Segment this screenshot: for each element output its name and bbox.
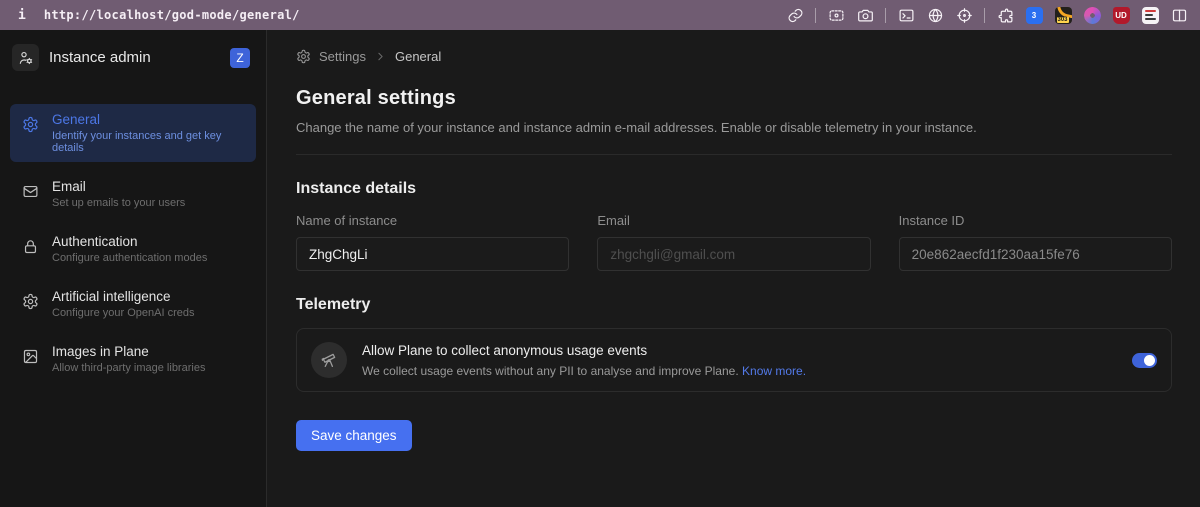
- sidebar-nav: General Identify your instances and get …: [0, 104, 266, 382]
- target-icon[interactable]: [955, 6, 973, 24]
- ublock-shield-icon[interactable]: UD: [1112, 6, 1130, 24]
- sidebar-item-description: Set up emails to your users: [52, 197, 185, 209]
- sidebar-item-label: Authentication: [52, 234, 207, 249]
- sidebar-item-description: Configure authentication modes: [52, 252, 207, 264]
- instance-id-label: Instance ID: [899, 213, 1172, 228]
- telemetry-texts: Allow Plane to collect anonymous usage e…: [362, 343, 1117, 378]
- password-shield-icon[interactable]: 3: [1025, 6, 1043, 24]
- sidebar-item-label: General: [52, 112, 244, 127]
- screenshot-icon[interactable]: [827, 6, 845, 24]
- sidebar-item-label: Images in Plane: [52, 344, 205, 359]
- instance-id-input[interactable]: [899, 237, 1172, 271]
- instance-admin-title: Instance admin: [49, 49, 220, 66]
- breadcrumb-general[interactable]: General: [395, 49, 441, 64]
- address-bar[interactable]: http://localhost/god-mode/general/: [44, 8, 300, 22]
- user-cog-icon: [12, 44, 39, 71]
- main-panel: Settings General General settings Change…: [267, 30, 1200, 507]
- sidebar-item-authentication[interactable]: Authentication Configure authentication …: [10, 226, 256, 272]
- email-label: Email: [597, 213, 870, 228]
- page-title: General settings: [296, 87, 1172, 110]
- sidebar-item-description: Allow third-party image libraries: [52, 362, 205, 374]
- telemetry-title: Allow Plane to collect anonymous usage e…: [362, 343, 1117, 358]
- sidebar-item-general[interactable]: General Identify your instances and get …: [10, 104, 256, 162]
- toolbar-buttons: 3 303 UD: [786, 6, 1188, 24]
- telescope-icon: [311, 342, 347, 378]
- email-input[interactable]: [597, 237, 870, 271]
- sidebar-item-description: Identify your instances and get key deta…: [52, 130, 244, 154]
- breadcrumb-settings[interactable]: Settings: [319, 49, 366, 64]
- telemetry-heading: Telemetry: [296, 296, 1172, 314]
- camera-icon[interactable]: [856, 6, 874, 24]
- link-icon[interactable]: [786, 6, 804, 24]
- toolbar-divider: [885, 8, 886, 23]
- field-instance-id: Instance ID: [899, 213, 1172, 271]
- info-icon[interactable]: i: [18, 8, 26, 23]
- dev-swoosh-icon[interactable]: 303: [1054, 6, 1072, 24]
- avatar[interactable]: Z: [230, 48, 250, 68]
- general-settings-content: General settings Change the name of your…: [267, 64, 1200, 451]
- reading-list-icon[interactable]: [1141, 6, 1159, 24]
- sidebar-item-email[interactable]: Email Set up emails to your users: [10, 171, 256, 217]
- telemetry-toggle[interactable]: [1132, 353, 1157, 368]
- mail-icon: [22, 183, 39, 200]
- sidebar-item-description: Configure your OpenAI creds: [52, 307, 194, 319]
- sidebar-header: Instance admin Z: [0, 30, 266, 85]
- split-view-icon[interactable]: [1170, 6, 1188, 24]
- image-icon: [22, 348, 39, 365]
- telemetry-description: We collect usage events without any PII …: [362, 364, 1117, 378]
- extensions-puzzle-icon[interactable]: [996, 6, 1014, 24]
- know-more-link[interactable]: Know more.: [742, 364, 806, 378]
- page-header: General settings Change the name of your…: [296, 87, 1172, 155]
- toolbar-divider: [815, 8, 816, 23]
- sidebar-item-label: Email: [52, 179, 185, 194]
- telemetry-card: Allow Plane to collect anonymous usage e…: [296, 328, 1172, 392]
- sidebar: Instance admin Z General Identify your i…: [0, 30, 267, 507]
- sidebar-item-label: Artificial intelligence: [52, 289, 194, 304]
- sidebar-item-images-in-plane[interactable]: Images in Plane Allow third-party image …: [10, 336, 256, 382]
- chevron-right-icon: [374, 50, 387, 63]
- lock-icon: [22, 238, 39, 255]
- toolbar-divider: [984, 8, 985, 23]
- cog-icon: [22, 293, 39, 310]
- browser-toolbar: i http://localhost/god-mode/general/ 3 3…: [0, 0, 1200, 30]
- name-of-instance-label: Name of instance: [296, 213, 569, 228]
- page-subtitle: Change the name of your instance and ins…: [296, 120, 1172, 135]
- globe-icon[interactable]: [926, 6, 944, 24]
- settings-gear-icon: [296, 49, 311, 64]
- instance-details-fields: Name of instance Email Instance ID: [296, 213, 1172, 271]
- field-name-of-instance: Name of instance: [296, 213, 569, 271]
- name-of-instance-input[interactable]: [296, 237, 569, 271]
- ai-swirl-icon[interactable]: [1083, 6, 1101, 24]
- instance-details-heading: Instance details: [296, 180, 1172, 198]
- field-email: Email: [597, 213, 870, 271]
- breadcrumb: Settings General: [267, 30, 1200, 64]
- gear-icon: [22, 116, 39, 133]
- save-changes-button[interactable]: Save changes: [296, 420, 412, 451]
- terminal-icon[interactable]: [897, 6, 915, 24]
- app-frame: Instance admin Z General Identify your i…: [0, 30, 1200, 507]
- sidebar-item-artificial-intelligence[interactable]: Artificial intelligence Configure your O…: [10, 281, 256, 327]
